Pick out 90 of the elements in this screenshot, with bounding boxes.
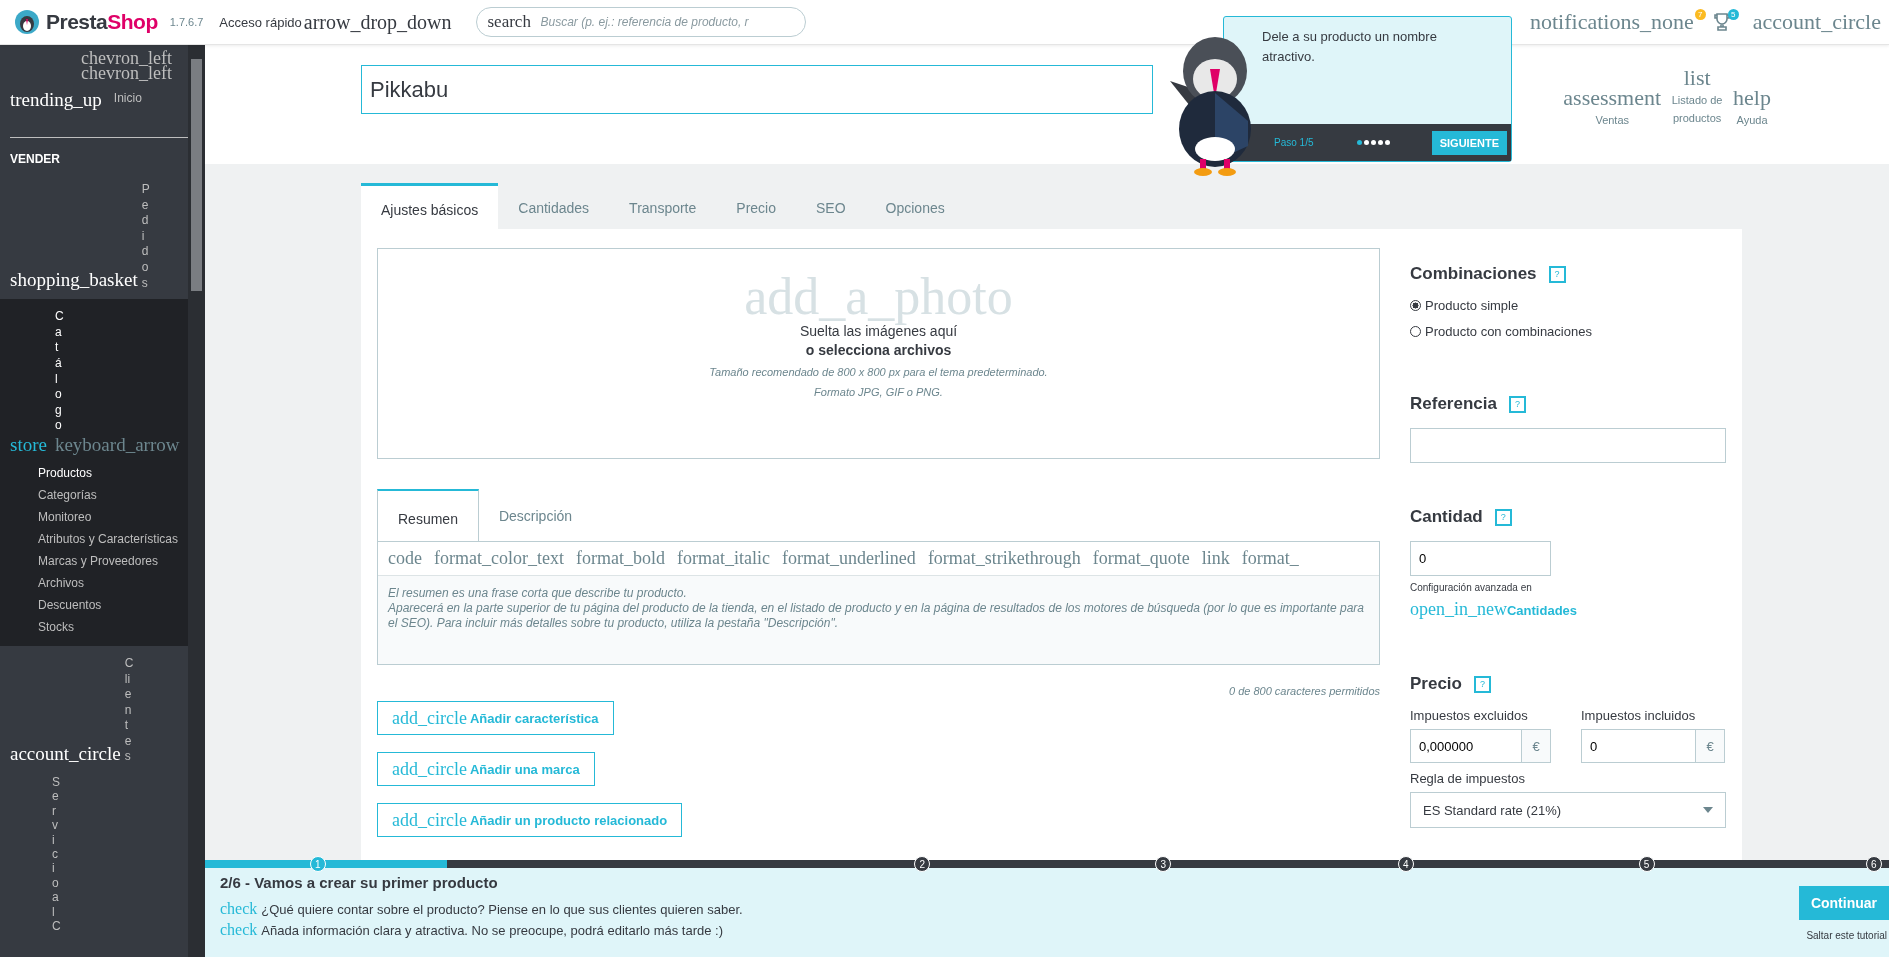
submenu-item[interactable]: Stocks: [38, 619, 188, 634]
trophy-icon[interactable]: [1713, 13, 1730, 31]
submenu-item[interactable]: Descuentos: [38, 597, 188, 612]
logo-icon: [14, 9, 40, 35]
toolbar-button[interactable]: format_italic: [676, 548, 770, 569]
notifications-icon[interactable]: notifications_none: [1530, 9, 1694, 35]
tab[interactable]: Resumen: [377, 489, 479, 541]
radio-option[interactable]: Producto con combinaciones: [1410, 324, 1592, 339]
submenu-item[interactable]: Productos: [38, 465, 188, 480]
submenu-item[interactable]: Marcas y Proveedores: [38, 553, 188, 568]
step-marker[interactable]: 6: [1865, 856, 1882, 872]
home-link[interactable]: trending_up Inicio: [0, 81, 188, 119]
tab[interactable]: SEO: [796, 183, 866, 229]
price-field[interactable]: 0 €: [1581, 729, 1725, 763]
advanced-note: Configuración avanzada en: [1410, 582, 1532, 593]
menu-icon: shopping_basket: [10, 269, 138, 292]
submenu-item[interactable]: Archivos: [38, 575, 188, 590]
currency-label: €: [1695, 730, 1724, 762]
header-action[interactable]: assessment Ventas: [1563, 85, 1662, 129]
quick-access-link[interactable]: Acceso rápido: [219, 14, 302, 30]
submenu-item[interactable]: Monitoreo: [38, 509, 188, 524]
section-title: Precio: [1410, 674, 1462, 694]
step-marker[interactable]: 5: [1638, 856, 1655, 872]
store-icon: store: [10, 433, 47, 456]
character-counter: 0 de 800 caracteres permitidos: [1228, 685, 1380, 697]
tax-label: Regla de impuestos: [1410, 771, 1525, 786]
search-icon: search: [487, 12, 531, 32]
dropzone-hint: Formato JPG, GIF o PNG.: [814, 385, 943, 398]
section-heading: VENDER: [9, 151, 61, 168]
tab[interactable]: Transporte: [609, 183, 717, 229]
tax-select[interactable]: ES Standard rate (21%): [1410, 792, 1726, 828]
toolbar-button[interactable]: format_bold: [575, 548, 665, 569]
header-action[interactable]: help Ayuda: [1733, 85, 1771, 129]
skip-link[interactable]: Saltar este tutorial: [1806, 930, 1889, 941]
tab[interactable]: Descripción: [478, 489, 593, 541]
toolbar-button[interactable]: code: [388, 548, 422, 569]
account-icon[interactable]: account_circle: [1752, 9, 1881, 35]
toolbar-button[interactable]: format_: [1241, 548, 1299, 569]
header-action[interactable]: list Listado de productos: [1671, 65, 1724, 129]
product-name-field[interactable]: Pikkabu: [361, 65, 1153, 114]
dropzone-hint: Tamaño recomendado de 800 x 800 px para el tema predeterminado.: [709, 365, 1048, 378]
version-label: 1.7.6.7: [169, 16, 204, 28]
submenu-item[interactable]: Categorías: [38, 487, 188, 502]
tab[interactable]: Ajustes básicos: [361, 183, 499, 229]
tab[interactable]: Precio: [716, 183, 796, 229]
toolbar-button[interactable]: format_strikethrough: [927, 548, 1081, 569]
select-files-link[interactable]: o selecciona archivos: [805, 341, 952, 358]
caret-icon: [1703, 807, 1713, 813]
section-title: Referencia: [1410, 394, 1497, 414]
popup-text: Dele a su producto un nombre atractivo.: [1261, 28, 1438, 66]
quantity-field[interactable]: 0: [1410, 541, 1551, 576]
currency-label: €: [1521, 730, 1550, 762]
step-label: Paso 1/5: [1274, 137, 1314, 148]
chevron-left-icon[interactable]: chevron_left: [81, 66, 172, 81]
price-field[interactable]: 0,000000 €: [1410, 729, 1551, 763]
reference-field[interactable]: [1410, 428, 1726, 463]
price-label: Impuestos incluidos: [1581, 708, 1697, 723]
summary-field[interactable]: El resumen es una frase corta que describe tu producto. Aparecerá en la parte superior de tu página del producto de la tienda, en el listado de producto y en la página de resultados de los motores de búsqueda (por lo que es importante para el SEO). Para incluir más detalles sobre tu producto, utiliza la pestaña "Descripción".: [378, 576, 1379, 664]
dropdown-icon[interactable]: arrow_drop_down: [303, 10, 452, 34]
submenu-item[interactable]: Atributos y Características: [38, 531, 188, 546]
toolbar-button[interactable]: link: [1201, 548, 1230, 569]
section-title: Cantidad: [1410, 507, 1483, 527]
toolbar-button[interactable]: format_underlined: [781, 548, 916, 569]
step-marker[interactable]: 4: [1397, 856, 1414, 872]
check-icon: check: [220, 899, 258, 919]
radio-option[interactable]: Producto simple: [1410, 298, 1519, 313]
toolbar-button[interactable]: format_quote: [1092, 548, 1190, 569]
step-marker[interactable]: 3: [1155, 856, 1172, 872]
sidebar-item[interactable]: Clientes: [124, 655, 133, 766]
tip-text: ¿Qué quiere contar sobre el producto? Piense en lo que sus clientes quieren saber.: [261, 901, 743, 919]
price-label: Impuestos excluidos: [1410, 708, 1529, 723]
tab[interactable]: Cantidades: [498, 183, 610, 229]
notification-badge: 7: [1694, 8, 1706, 20]
toolbar-button[interactable]: format_color_text: [434, 548, 564, 569]
menu-icon: account_circle: [10, 743, 121, 766]
tip-text: Añada información clara y atractiva. No se preocupe, podrá editarlo más tarde :): [261, 922, 724, 940]
dropzone-title: Suelta las imágenes aquí: [799, 322, 958, 339]
tutorial-title: 2/6 - Vamos a crear su primer producto: [220, 874, 499, 891]
tab[interactable]: Opciones: [865, 183, 965, 229]
sidebar-item[interactable]: Servicio al C: [52, 775, 60, 934]
brand-name[interactable]: PrestaShop: [46, 10, 158, 34]
scrollbar[interactable]: [188, 45, 205, 957]
expand-icon[interactable]: keyboard_arrow: [54, 433, 180, 456]
check-icon: check: [220, 920, 258, 940]
chevron-left-icon[interactable]: chevron_left: [81, 51, 172, 66]
sidebar-item[interactable]: Pedidos: [141, 182, 150, 292]
step-marker[interactable]: 2: [914, 856, 931, 872]
section-title: Combinaciones: [1410, 264, 1537, 284]
sidebar-item[interactable]: Catálogo: [55, 309, 63, 434]
trophy-badge: 5: [1727, 8, 1739, 20]
